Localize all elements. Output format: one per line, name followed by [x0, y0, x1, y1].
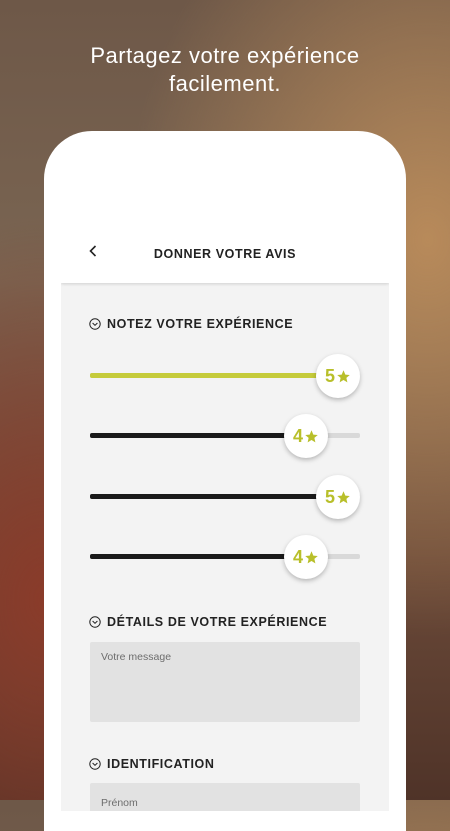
- rating-slider-1[interactable]: 5: [90, 354, 360, 398]
- slider-thumb[interactable]: 5: [316, 354, 360, 398]
- rating-slider-4[interactable]: 4: [90, 535, 360, 579]
- slider-thumb[interactable]: 4: [284, 535, 328, 579]
- app-bar: DONNER VOTRE AVIS: [61, 221, 389, 283]
- rating-value: 5: [324, 486, 335, 507]
- star-icon: [337, 490, 350, 503]
- headline-line-2: facilement.: [169, 71, 281, 96]
- rating-slider-2[interactable]: 4: [90, 414, 360, 458]
- chevron-circle-down-icon: [89, 318, 101, 330]
- rating-value: 5: [324, 365, 335, 386]
- details-section-title: DÉTAILS DE VOTRE EXPÉRIENCE: [107, 615, 328, 629]
- star-icon: [305, 550, 318, 563]
- slider-thumb[interactable]: 5: [316, 475, 360, 519]
- headline: Partagez votre expérience facilement.: [0, 42, 450, 98]
- message-input[interactable]: [90, 642, 360, 722]
- chevron-circle-down-icon: [89, 758, 101, 770]
- rating-slider-3[interactable]: 5: [90, 475, 360, 519]
- identification-section-header[interactable]: IDENTIFICATION: [89, 757, 214, 771]
- rating-value: 4: [292, 425, 303, 446]
- chevron-circle-down-icon: [89, 616, 101, 628]
- rating-value: 4: [292, 546, 303, 567]
- slider-thumb[interactable]: 4: [284, 414, 328, 458]
- details-section-header[interactable]: DÉTAILS DE VOTRE EXPÉRIENCE: [89, 615, 327, 629]
- slider-fill: [90, 494, 338, 499]
- rating-section-header[interactable]: NOTEZ VOTRE EXPÉRIENCE: [89, 317, 293, 331]
- page-title: DONNER VOTRE AVIS: [153, 247, 297, 261]
- firstname-input[interactable]: [90, 783, 360, 811]
- slider-fill: [90, 554, 306, 559]
- identification-section-title: IDENTIFICATION: [107, 757, 215, 771]
- rating-section-title: NOTEZ VOTRE EXPÉRIENCE: [107, 317, 294, 331]
- app-screen: DONNER VOTRE AVIS NOTEZ VOTRE EXPÉRIENCE…: [61, 221, 389, 811]
- slider-fill: [90, 433, 306, 438]
- star-icon: [337, 369, 350, 382]
- star-icon: [305, 429, 318, 442]
- slider-fill: [90, 373, 338, 378]
- headline-line-1: Partagez votre expérience: [90, 43, 360, 68]
